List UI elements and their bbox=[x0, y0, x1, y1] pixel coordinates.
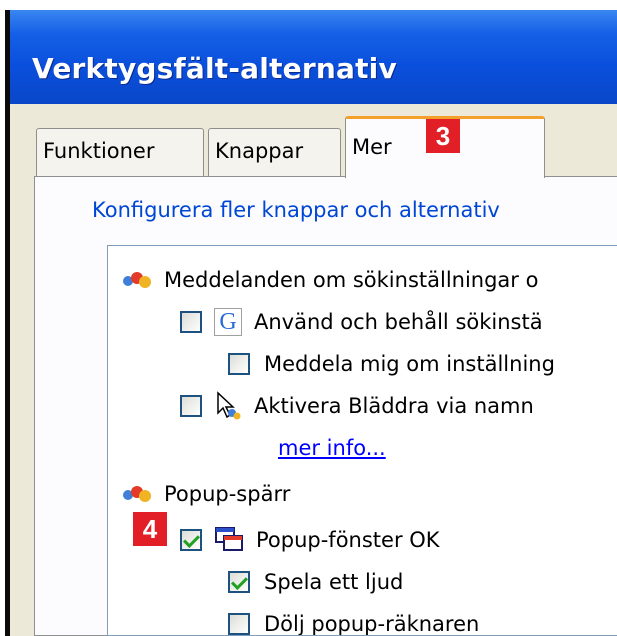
list-item[interactable]: Dölj popup-räknaren bbox=[228, 606, 480, 636]
item-browse-by-name-label: Aktivera Bläddra via namn bbox=[254, 394, 534, 418]
item-use-keep-search-label: Använd och behåll sökinstä bbox=[254, 310, 543, 334]
list-item[interactable]: Meddela mig om inställning bbox=[228, 346, 555, 382]
tab-mer-label: Mer bbox=[352, 135, 392, 159]
item-hide-popup-counter-label: Dölj popup-räknaren bbox=[264, 612, 480, 636]
step-marker-4: 4 bbox=[133, 512, 167, 546]
checkbox-popup-ok[interactable] bbox=[180, 529, 202, 551]
list-item[interactable]: Aktivera Bläddra via namn bbox=[180, 388, 534, 424]
google-g-icon: G bbox=[214, 308, 242, 336]
popup-windows-icon bbox=[214, 526, 244, 554]
list-item[interactable]: G Använd och behåll sökinstä bbox=[180, 304, 543, 340]
browse-by-name-icon bbox=[214, 391, 242, 421]
list-item[interactable]: Popup-fönster OK bbox=[180, 522, 440, 558]
step-marker-3: 3 bbox=[426, 119, 460, 153]
more-info-row[interactable]: mer info... bbox=[278, 430, 386, 466]
options-list[interactable]: Meddelanden om sökinställningar o G Anvä… bbox=[107, 245, 617, 636]
window-title: Verktygsfält-alternativ bbox=[32, 52, 397, 85]
options-category-icon bbox=[120, 269, 154, 291]
tab-knappar[interactable]: Knappar bbox=[208, 128, 341, 176]
checkbox-notify-settings[interactable] bbox=[228, 353, 250, 375]
section-popup-label: Popup-spärr bbox=[164, 482, 291, 506]
section-popup-blocker: Popup-spärr bbox=[120, 476, 290, 512]
checkbox-play-sound[interactable] bbox=[228, 571, 250, 593]
tab-mer[interactable]: Mer 3 bbox=[345, 116, 545, 178]
checkbox-hide-popup-counter[interactable] bbox=[228, 613, 250, 635]
section-notifications-label: Meddelanden om sökinställningar o bbox=[164, 268, 539, 292]
tab-funktioner[interactable]: Funktioner bbox=[36, 128, 204, 176]
item-popup-ok-label: Popup-fönster OK bbox=[256, 528, 440, 552]
title-bar[interactable]: Verktygsfält-alternativ bbox=[10, 10, 617, 104]
more-info-link[interactable]: mer info... bbox=[278, 436, 386, 460]
checkbox-use-keep-search[interactable] bbox=[180, 311, 202, 333]
item-notify-settings-label: Meddela mig om inställning bbox=[264, 352, 555, 376]
item-play-sound-label: Spela ett ljud bbox=[264, 570, 404, 594]
group-title: Konfigurera fler knappar och alternativ bbox=[88, 198, 504, 222]
checkbox-browse-by-name[interactable] bbox=[180, 395, 202, 417]
section-notifications: Meddelanden om sökinställningar o bbox=[120, 262, 538, 298]
list-item[interactable]: Spela ett ljud bbox=[228, 564, 403, 600]
options-category-icon bbox=[120, 483, 154, 505]
